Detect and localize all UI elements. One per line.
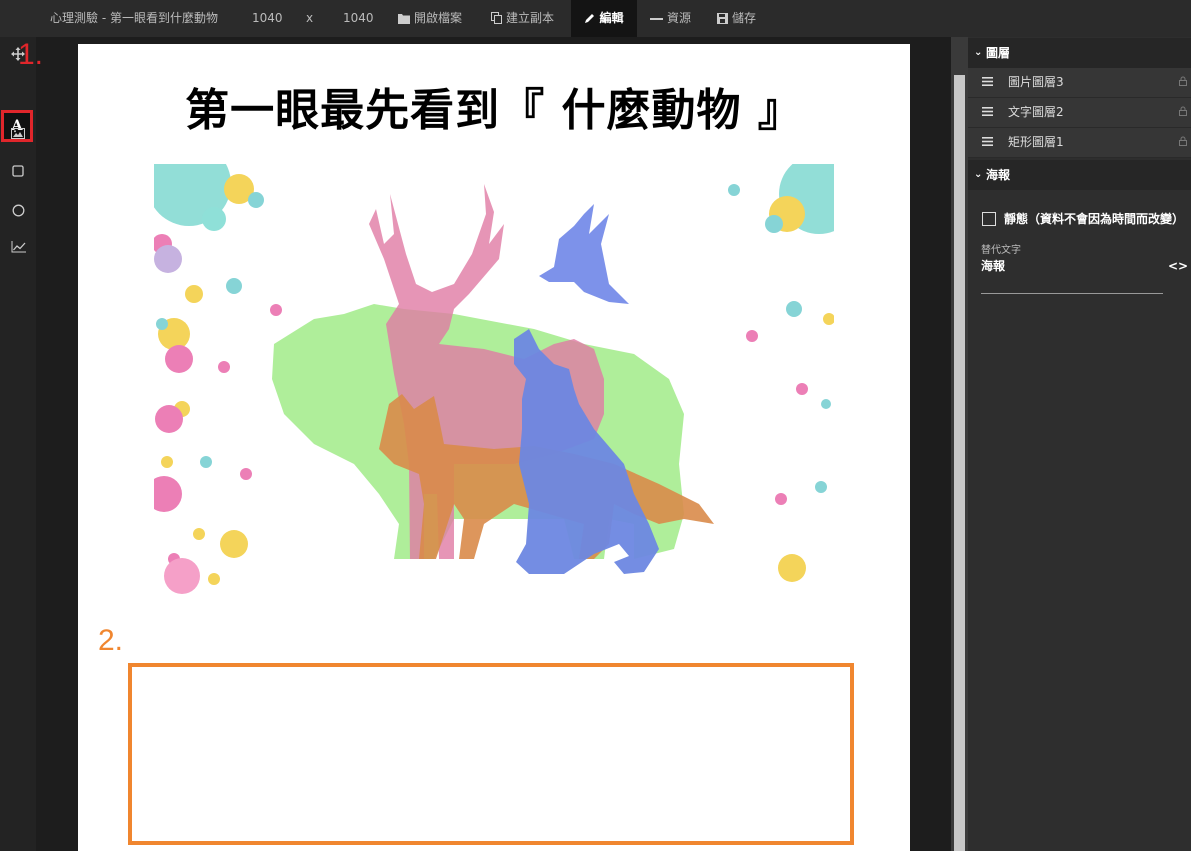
resources-button[interactable]: 資源	[650, 0, 691, 37]
open-file-button[interactable]: 開啟檔案	[398, 0, 462, 37]
layers-section-header[interactable]: ⌄ 圖層	[968, 38, 1191, 68]
poster-header-label: 海報	[986, 168, 1011, 182]
duplicate-button[interactable]: 建立副本	[491, 0, 554, 37]
chart-icon	[11, 241, 26, 253]
dimension-separator: x	[306, 11, 314, 25]
circle-icon	[12, 204, 24, 216]
canvas-height-value[interactable]: 1040	[343, 0, 374, 37]
drag-handle-icon[interactable]	[982, 107, 993, 116]
lock-icon[interactable]	[1179, 136, 1187, 146]
canvas-width-value[interactable]: 1040	[252, 0, 283, 37]
image-icon	[11, 127, 25, 139]
scrollbar-thumb[interactable]	[954, 75, 965, 851]
pencil-icon	[585, 14, 595, 23]
drag-handle-icon[interactable]	[982, 137, 993, 146]
edit-label: 編輯	[599, 11, 624, 25]
duplicate-label: 建立副本	[506, 11, 555, 25]
chevron-down-icon: ⌄	[974, 47, 983, 58]
step-1-marker: 1.	[18, 38, 44, 71]
step-2-marker: 2.	[98, 624, 124, 657]
poster-title[interactable]: 第一眼最先看到『 什麼動物 』	[78, 74, 910, 138]
alt-text-field[interactable]: 海報	[981, 255, 1163, 294]
layer-item-image[interactable]: 圖片圖層3	[968, 68, 1191, 98]
chart-tool[interactable]	[4, 233, 32, 261]
layer-item-rectangle[interactable]: 矩形圖層1	[968, 128, 1191, 158]
canvas-scrollbar[interactable]	[951, 37, 968, 851]
rectangle-icon	[12, 165, 24, 177]
http-icon	[650, 18, 663, 20]
copy-icon	[491, 12, 502, 24]
floppy-icon	[717, 13, 728, 24]
layer-item-text[interactable]: 文字圖層2	[968, 98, 1191, 128]
save-button[interactable]: 儲存	[717, 0, 756, 37]
code-toggle-icon[interactable]: <>	[1168, 259, 1188, 273]
resources-label: 資源	[667, 11, 692, 25]
static-option[interactable]: 靜態（資料不會因為時間而改變）	[982, 210, 1184, 227]
folder-icon	[398, 14, 410, 24]
static-checkbox-label: 靜態（資料不會因為時間而改變）	[1004, 212, 1185, 226]
chevron-down-icon: ⌄	[974, 169, 983, 180]
layer-name: 圖片圖層3	[1008, 75, 1064, 89]
animal-silhouette-illustration[interactable]	[154, 164, 834, 596]
circle-tool[interactable]	[4, 196, 32, 224]
tool-sidebar: A	[0, 37, 36, 851]
lock-icon[interactable]	[1179, 76, 1187, 86]
open-file-label: 開啟檔案	[414, 11, 463, 25]
alt-text-label: 替代文字	[981, 245, 1021, 256]
image-tool[interactable]	[4, 119, 32, 147]
top-menu-bar: 心理測驗 - 第一眼看到什麼動物 1040 x 1040 開啟檔案 建立副本 編…	[0, 0, 1191, 37]
edit-tab[interactable]: 編輯	[571, 0, 637, 37]
lock-icon[interactable]	[1179, 106, 1187, 116]
document-title: 心理測驗 - 第一眼看到什麼動物	[50, 11, 218, 25]
layer-name: 文字圖層2	[1008, 105, 1064, 119]
poster-section-header[interactable]: ⌄ 海報	[968, 160, 1191, 190]
properties-panel: ⌄ 圖層 圖片圖層3 文字圖層2 矩形圖層1 ⌄ 海報 靜態（資料不會因為時間而…	[968, 37, 1191, 851]
text-placement-area[interactable]	[128, 663, 854, 845]
layer-name: 矩形圖層1	[1008, 135, 1064, 149]
save-label: 儲存	[732, 11, 757, 25]
rectangle-tool[interactable]	[4, 157, 32, 185]
layers-header-label: 圖層	[986, 46, 1011, 60]
static-checkbox[interactable]	[982, 212, 996, 226]
drag-handle-icon[interactable]	[982, 77, 993, 86]
